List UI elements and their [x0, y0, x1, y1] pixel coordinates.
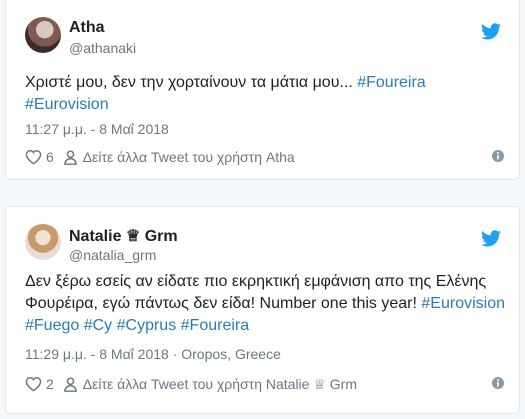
see-more-tweets-link[interactable]: Δείτε άλλα Tweet του χρήστη Natalie ♕ Gr…	[83, 376, 357, 393]
tweet-card: Natalie ♕ Grm @natalia_grm Δεν ξέρω εσεί…	[5, 206, 520, 414]
person-icon	[63, 376, 77, 392]
twitter-bird-icon[interactable]	[481, 23, 501, 40]
author-handle[interactable]: @natalia_grm	[69, 247, 156, 263]
author-name[interactable]: Natalie ♕ Grm	[69, 226, 178, 246]
tweet-actions: 2 Δείτε άλλα Tweet του χρήστη Natalie ♕ …	[25, 373, 505, 395]
like-count[interactable]: 2	[46, 376, 54, 392]
tweet-text-body: Δεν ξέρω εσείς αν είδατε πιο εκρηκτική ε…	[25, 273, 487, 312]
avatar[interactable]	[25, 224, 61, 260]
tweet-actions: 6 Δείτε άλλα Tweet του χρήστη Atha	[25, 146, 505, 168]
like-count[interactable]: 6	[46, 149, 54, 165]
heart-icon[interactable]	[25, 376, 42, 392]
info-icon[interactable]	[491, 376, 505, 390]
hashtag-link[interactable]: #Eurovision	[25, 96, 109, 113]
tweet-timestamp[interactable]: 11:29 μ.μ. - 8 Μαΐ 2018 · Oropos, Greece	[25, 346, 281, 362]
author-handle[interactable]: @athanaki	[69, 40, 136, 56]
hashtag-link[interactable]: #Cy	[84, 317, 112, 334]
avatar[interactable]	[25, 17, 61, 53]
person-icon	[63, 149, 77, 165]
info-icon[interactable]	[491, 149, 505, 163]
heart-icon[interactable]	[25, 149, 42, 165]
hashtag-link[interactable]: #Foureira	[357, 74, 425, 91]
hashtag-link[interactable]: #Eurovision	[421, 295, 505, 312]
tweet-text: Χριστέ μου, δεν την χορταίνουν τα μάτια …	[25, 72, 505, 116]
see-more-tweets-link[interactable]: Δείτε άλλα Tweet του χρήστη Atha	[83, 149, 295, 165]
twitter-bird-icon[interactable]	[481, 230, 501, 247]
hashtag-link[interactable]: #Foureira	[181, 317, 249, 334]
tweet-timestamp[interactable]: 11:27 μ.μ. - 8 Μαΐ 2018	[25, 121, 169, 137]
tweet-text-body: Χριστέ μου, δεν την χορταίνουν τα μάτια …	[25, 74, 358, 91]
tweet-text: Δεν ξέρω εσείς αν είδατε πιο εκρηκτική ε…	[25, 271, 505, 337]
hashtag-link[interactable]: #Fuego	[25, 317, 79, 334]
hashtag-link[interactable]: #Cyprus	[117, 317, 177, 334]
author-name[interactable]: Atha	[69, 19, 105, 37]
tweet-card: Atha @athanaki Χριστέ μου, δεν την χορτα…	[5, 0, 520, 180]
